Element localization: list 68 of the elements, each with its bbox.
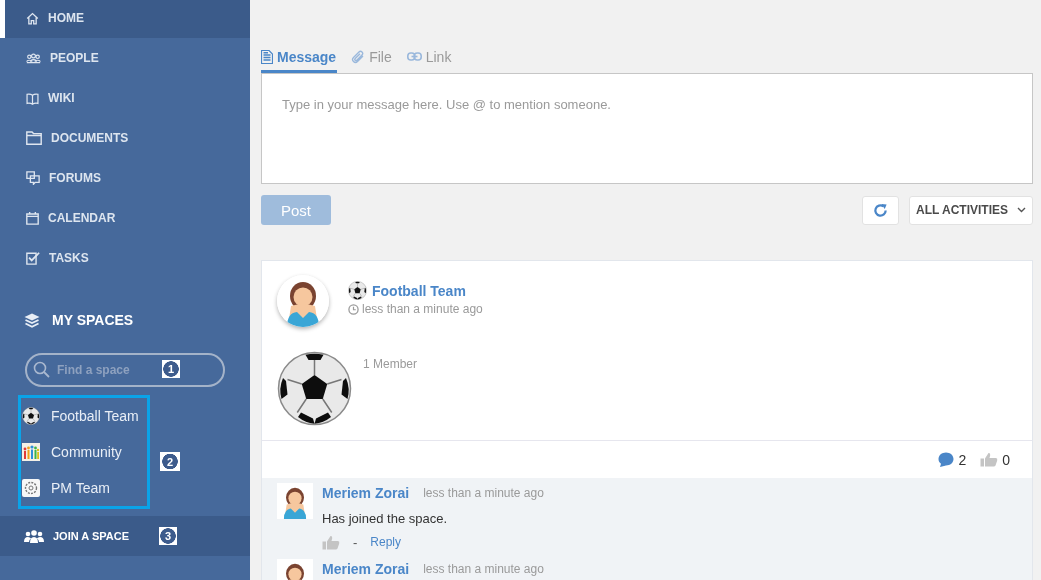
nav-item[interactable]: HOME bbox=[0, 0, 250, 38]
folder-icon bbox=[26, 131, 42, 145]
user-avatar-icon bbox=[277, 275, 329, 327]
step-marker: 2 bbox=[160, 452, 180, 471]
calendar-icon bbox=[26, 211, 39, 225]
layers-icon bbox=[24, 312, 40, 328]
space-name: Community bbox=[51, 444, 122, 460]
comments-count[interactable]: 2 bbox=[938, 451, 967, 468]
join-space-button[interactable]: JOIN A SPACE 3 bbox=[0, 516, 250, 556]
space-item[interactable]: Community bbox=[21, 434, 147, 470]
people-group-icon bbox=[26, 51, 41, 65]
space-link[interactable]: Football Team bbox=[372, 282, 466, 299]
comment-bubble-icon bbox=[938, 452, 955, 467]
nav-label: DOCUMENTS bbox=[51, 131, 129, 145]
nav-label: TASKS bbox=[49, 251, 89, 265]
comment-author[interactable]: Meriem Zorai bbox=[322, 561, 410, 577]
user-avatar-icon bbox=[277, 483, 313, 519]
step-marker: 1 bbox=[162, 360, 180, 378]
space-item[interactable]: PM Team bbox=[21, 470, 147, 506]
space-name: Football Team bbox=[51, 408, 139, 424]
nav-item[interactable]: PEOPLE bbox=[0, 38, 250, 78]
member-count: 1 Member bbox=[363, 357, 418, 373]
nav-label: CALENDAR bbox=[48, 211, 116, 225]
nav-item[interactable]: WIKI bbox=[0, 78, 250, 118]
clock-icon bbox=[348, 303, 359, 315]
document-icon bbox=[261, 49, 273, 64]
comment-time: less than a minute ago bbox=[423, 486, 544, 500]
chat-bubbles-icon bbox=[26, 171, 40, 185]
refresh-button[interactable] bbox=[862, 195, 899, 225]
reply-link[interactable]: Reply bbox=[370, 535, 402, 549]
link-icon bbox=[406, 52, 422, 61]
soccer-ball-icon bbox=[348, 281, 367, 300]
refresh-icon bbox=[873, 202, 888, 218]
nav-label: HOME bbox=[48, 11, 84, 25]
paperclip-icon bbox=[351, 49, 366, 64]
nav-item[interactable]: TASKS bbox=[0, 238, 250, 278]
composer-tab[interactable]: Link bbox=[406, 43, 453, 73]
colorful-figures-icon bbox=[22, 443, 40, 461]
comment-time: less than a minute ago bbox=[423, 562, 544, 576]
checkbox-icon bbox=[26, 251, 40, 265]
composer-tab[interactable]: File bbox=[351, 43, 393, 73]
nav-label: WIKI bbox=[48, 91, 75, 105]
dotted-circle-icon bbox=[22, 479, 40, 497]
join-space-label: JOIN A SPACE bbox=[53, 530, 129, 542]
spaces-heading: MY SPACES bbox=[52, 312, 134, 328]
nav-item[interactable]: CALENDAR bbox=[0, 198, 250, 238]
space-item[interactable]: Football Team bbox=[21, 398, 147, 434]
nav-item[interactable]: FORUMS bbox=[0, 158, 250, 198]
post-time: less than a minute ago bbox=[362, 302, 483, 316]
book-icon bbox=[26, 91, 39, 105]
comment-author[interactable]: Meriem Zorai bbox=[322, 485, 410, 501]
soccer-ball-icon bbox=[22, 407, 40, 425]
search-icon bbox=[33, 361, 50, 378]
nav-item[interactable]: DOCUMENTS bbox=[0, 118, 250, 158]
step-marker: 3 bbox=[159, 527, 177, 545]
thumbs-up-icon[interactable] bbox=[322, 534, 340, 550]
house-icon bbox=[26, 11, 39, 25]
caret-icon bbox=[1017, 207, 1026, 213]
separator-dash: - bbox=[353, 534, 358, 550]
likes-count[interactable]: 0 bbox=[980, 451, 1010, 468]
message-input[interactable]: Type in your message here. Use @ to mention someone. bbox=[261, 73, 1033, 184]
users-icon bbox=[24, 529, 44, 543]
thumbs-up-icon bbox=[980, 452, 999, 467]
space-name: PM Team bbox=[51, 480, 110, 496]
nav-label: PEOPLE bbox=[50, 51, 99, 65]
comment-text: Has joined the space. bbox=[322, 511, 449, 527]
activity-filter-dropdown[interactable]: ALL ACTIVITIES bbox=[909, 195, 1033, 225]
nav-label: FORUMS bbox=[49, 171, 101, 185]
